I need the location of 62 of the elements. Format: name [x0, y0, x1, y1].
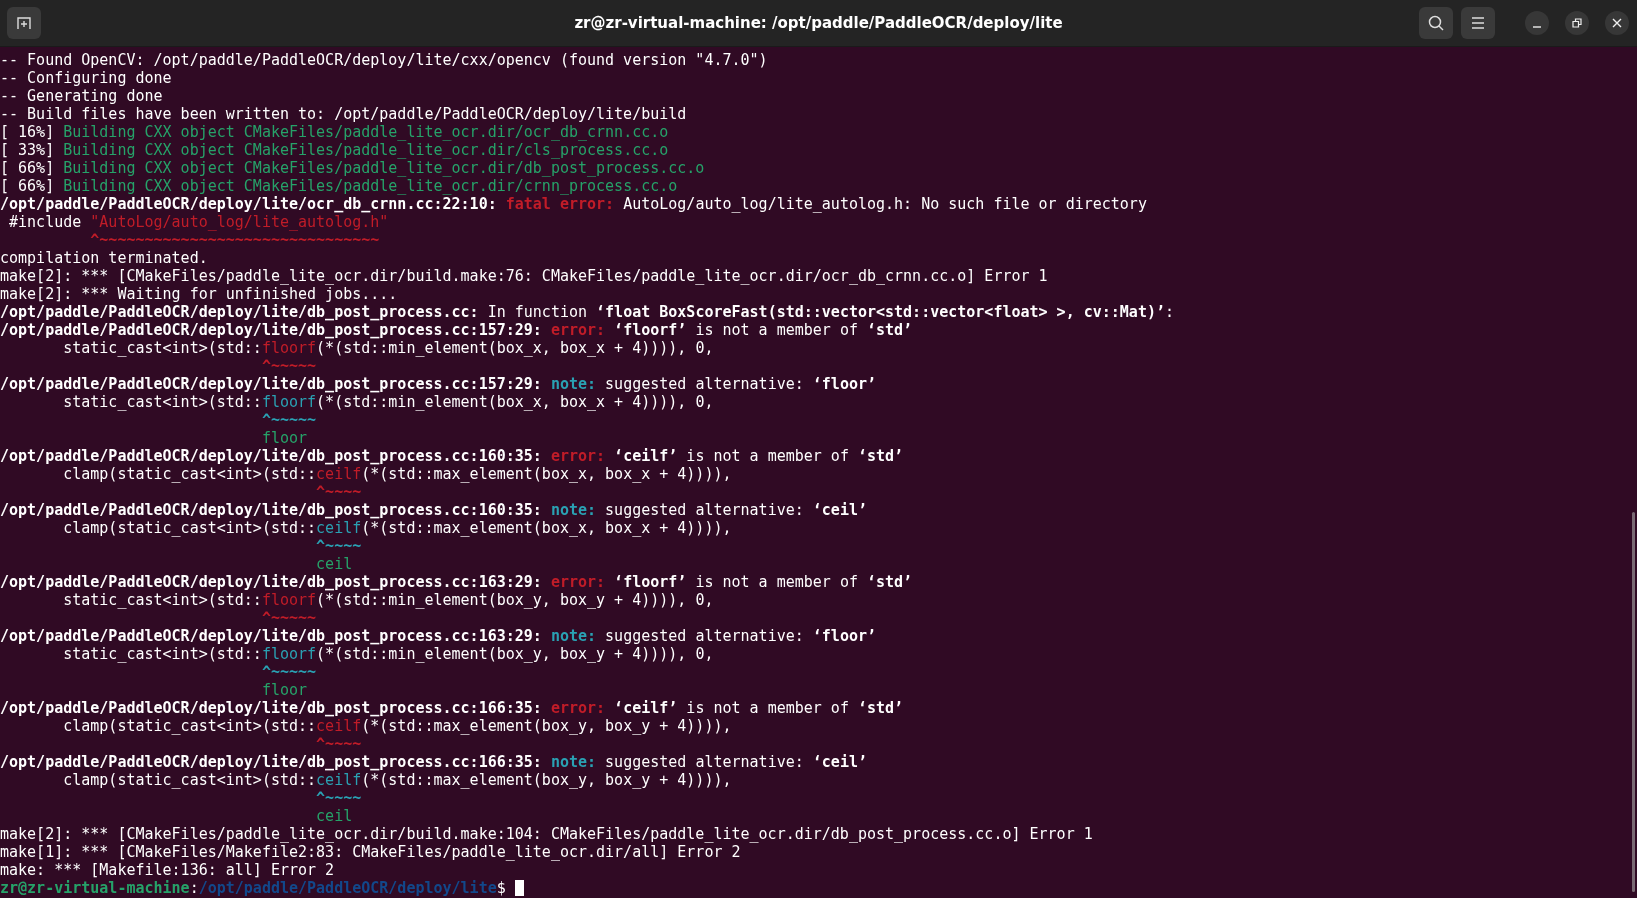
- terminal-line: ^~~~~~~~~~~~~~~~~~~~~~~~~~~~~~~~: [89, 231, 380, 249]
- minimize-icon: [1532, 26, 1542, 28]
- terminal-line: /opt/paddle/PaddleOCR/deploy/lite/db_post_process.cc:163:29: error: ‘floorf’ is not a member of ‘std’: [0, 573, 913, 591]
- terminal-line: static_cast<int>(std::floorf(*(std::min_element(box_x, box_x + 4)))), 0,: [62, 339, 714, 357]
- terminal-line: compilation terminated.: [0, 249, 208, 267]
- terminal-line: clamp(static_cast<int>(std::ceilf(*(std::max_element(box_y, box_y + 4)))),: [62, 717, 732, 735]
- terminal-line: floor: [260, 681, 308, 699]
- close-icon: [1612, 18, 1622, 28]
- terminal-line: /opt/paddle/PaddleOCR/deploy/lite/db_post_process.cc:157:29: error: ‘floorf’ is not a member of ‘std’: [0, 321, 913, 339]
- scrollbar[interactable]: [1632, 512, 1635, 892]
- search-icon: [1427, 14, 1445, 32]
- terminal-line: /opt/paddle/PaddleOCR/deploy/lite/db_post_process.cc:157:29: note: suggested alternative: ‘floor’: [0, 375, 876, 393]
- terminal-line: ^~~~~~: [260, 357, 317, 375]
- terminal-line: [ 16%] Building CXX object CMakeFiles/paddle_lite_ocr.dir/ocr_db_crnn.cc.o: [0, 123, 669, 141]
- minimize-button[interactable]: [1525, 11, 1549, 35]
- terminal-line: make[2]: *** Waiting for unfinished jobs....: [0, 285, 398, 303]
- terminal-line: -- Found OpenCV: /opt/paddle/PaddleOCR/deploy/lite/cxx/opencv (found version "4.7.0"): [0, 51, 768, 69]
- terminal-line: static_cast<int>(std::floorf(*(std::min_element(box_y, box_y + 4)))), 0,: [62, 591, 714, 609]
- terminal-line: ^~~~~: [315, 483, 362, 501]
- terminal-line: clamp(static_cast<int>(std::ceilf(*(std::max_element(box_x, box_x + 4)))),: [62, 465, 732, 483]
- close-button[interactable]: [1605, 11, 1629, 35]
- terminal-line: [ 33%] Building CXX object CMakeFiles/paddle_lite_ocr.dir/cls_process.cc.o: [0, 141, 669, 159]
- terminal-line: clamp(static_cast<int>(std::ceilf(*(std::max_element(box_x, box_x + 4)))),: [62, 519, 732, 537]
- restore-button[interactable]: [1565, 11, 1589, 35]
- terminal-line: ^~~~~~: [260, 411, 317, 429]
- new-tab-icon: [16, 15, 32, 31]
- menu-icon: [1470, 16, 1486, 30]
- terminal-line: -- Configuring done: [0, 69, 172, 87]
- terminal-line: ceil: [315, 807, 353, 825]
- terminal-line: /opt/paddle/PaddleOCR/deploy/lite/db_post_process.cc:166:35: error: ‘ceilf’ is not a member of ‘std’: [0, 699, 904, 717]
- terminal-line: make[2]: *** [CMakeFiles/paddle_lite_ocr.dir/build.make:76: CMakeFiles/paddle_lite_ocr.dir/ocr_db_crnn.cc.o] Error 1: [0, 267, 1048, 285]
- terminal-line: ^~~~~: [315, 537, 362, 555]
- terminal-line: /opt/paddle/PaddleOCR/deploy/lite/db_post_process.cc:160:35: error: ‘ceilf’ is not a member of ‘std’: [0, 447, 904, 465]
- terminal-line: /opt/paddle/PaddleOCR/deploy/lite/db_post_process.cc:166:35: note: suggested alternative: ‘ceil’: [0, 753, 867, 771]
- search-button[interactable]: [1419, 7, 1453, 39]
- menu-button[interactable]: [1461, 7, 1495, 39]
- new-tab-button[interactable]: [7, 7, 41, 39]
- terminal-line: -- Generating done: [0, 87, 163, 105]
- terminal-line: make[1]: *** [CMakeFiles/Makefile2:83: CMakeFiles/paddle_lite_ocr.dir/all] Error 2: [0, 843, 741, 861]
- terminal-line: ^~~~~~: [260, 663, 317, 681]
- terminal-line: make: *** [Makefile:136: all] Error 2: [0, 861, 335, 879]
- terminal-line: ceil: [315, 555, 353, 573]
- terminal-line: [ 66%] Building CXX object CMakeFiles/paddle_lite_ocr.dir/crnn_process.cc.o: [0, 177, 678, 195]
- window-title: zr@zr-virtual-machine: /opt/paddle/PaddleOCR/deploy/lite: [574, 14, 1063, 32]
- terminal-line: /opt/paddle/PaddleOCR/deploy/lite/db_post_process.cc: In function ‘float BoxScoreFast(std::vector<std::vector<float> >, cv::Mat)’:: [0, 303, 1175, 321]
- cursor: [514, 880, 524, 896]
- terminal-line: static_cast<int>(std::floorf(*(std::min_element(box_x, box_x + 4)))), 0,: [62, 393, 714, 411]
- terminal-line: #include "AutoLog/auto_log/lite_autolog.h": [8, 213, 389, 231]
- terminal-line: ^~~~~: [315, 735, 362, 753]
- terminal-line: ^~~~~: [315, 789, 362, 807]
- terminal-line: static_cast<int>(std::floorf(*(std::min_element(box_y, box_y + 4)))), 0,: [62, 645, 714, 663]
- terminal-line: ^~~~~~: [260, 609, 317, 627]
- terminal-line: floor: [260, 429, 308, 447]
- restore-icon: [1572, 18, 1582, 28]
- terminal-line: zr@zr-virtual-machine:/opt/paddle/PaddleOCR/deploy/lite$: [0, 879, 507, 897]
- terminal-line: -- Build files have been written to: /opt/paddle/PaddleOCR/deploy/lite/build: [0, 105, 687, 123]
- terminal-line: clamp(static_cast<int>(std::ceilf(*(std::max_element(box_y, box_y + 4)))),: [62, 771, 732, 789]
- terminal-line: /opt/paddle/PaddleOCR/deploy/lite/db_post_process.cc:163:29: note: suggested alternative: ‘floor’: [0, 627, 876, 645]
- terminal-line: /opt/paddle/PaddleOCR/deploy/lite/db_post_process.cc:160:35: note: suggested alternative: ‘ceil’: [0, 501, 867, 519]
- terminal-line: /opt/paddle/PaddleOCR/deploy/lite/ocr_db_crnn.cc:22:10: fatal error: AutoLog/auto_log/lite_autolog.h: No such file or directory: [0, 195, 1147, 213]
- terminal-line: [ 66%] Building CXX object CMakeFiles/paddle_lite_ocr.dir/db_post_process.cc.o: [0, 159, 705, 177]
- terminal-line: make[2]: *** [CMakeFiles/paddle_lite_ocr.dir/build.make:104: CMakeFiles/paddle_lite_ocr.dir/db_post_process.cc.o] Error 1: [0, 825, 1093, 843]
